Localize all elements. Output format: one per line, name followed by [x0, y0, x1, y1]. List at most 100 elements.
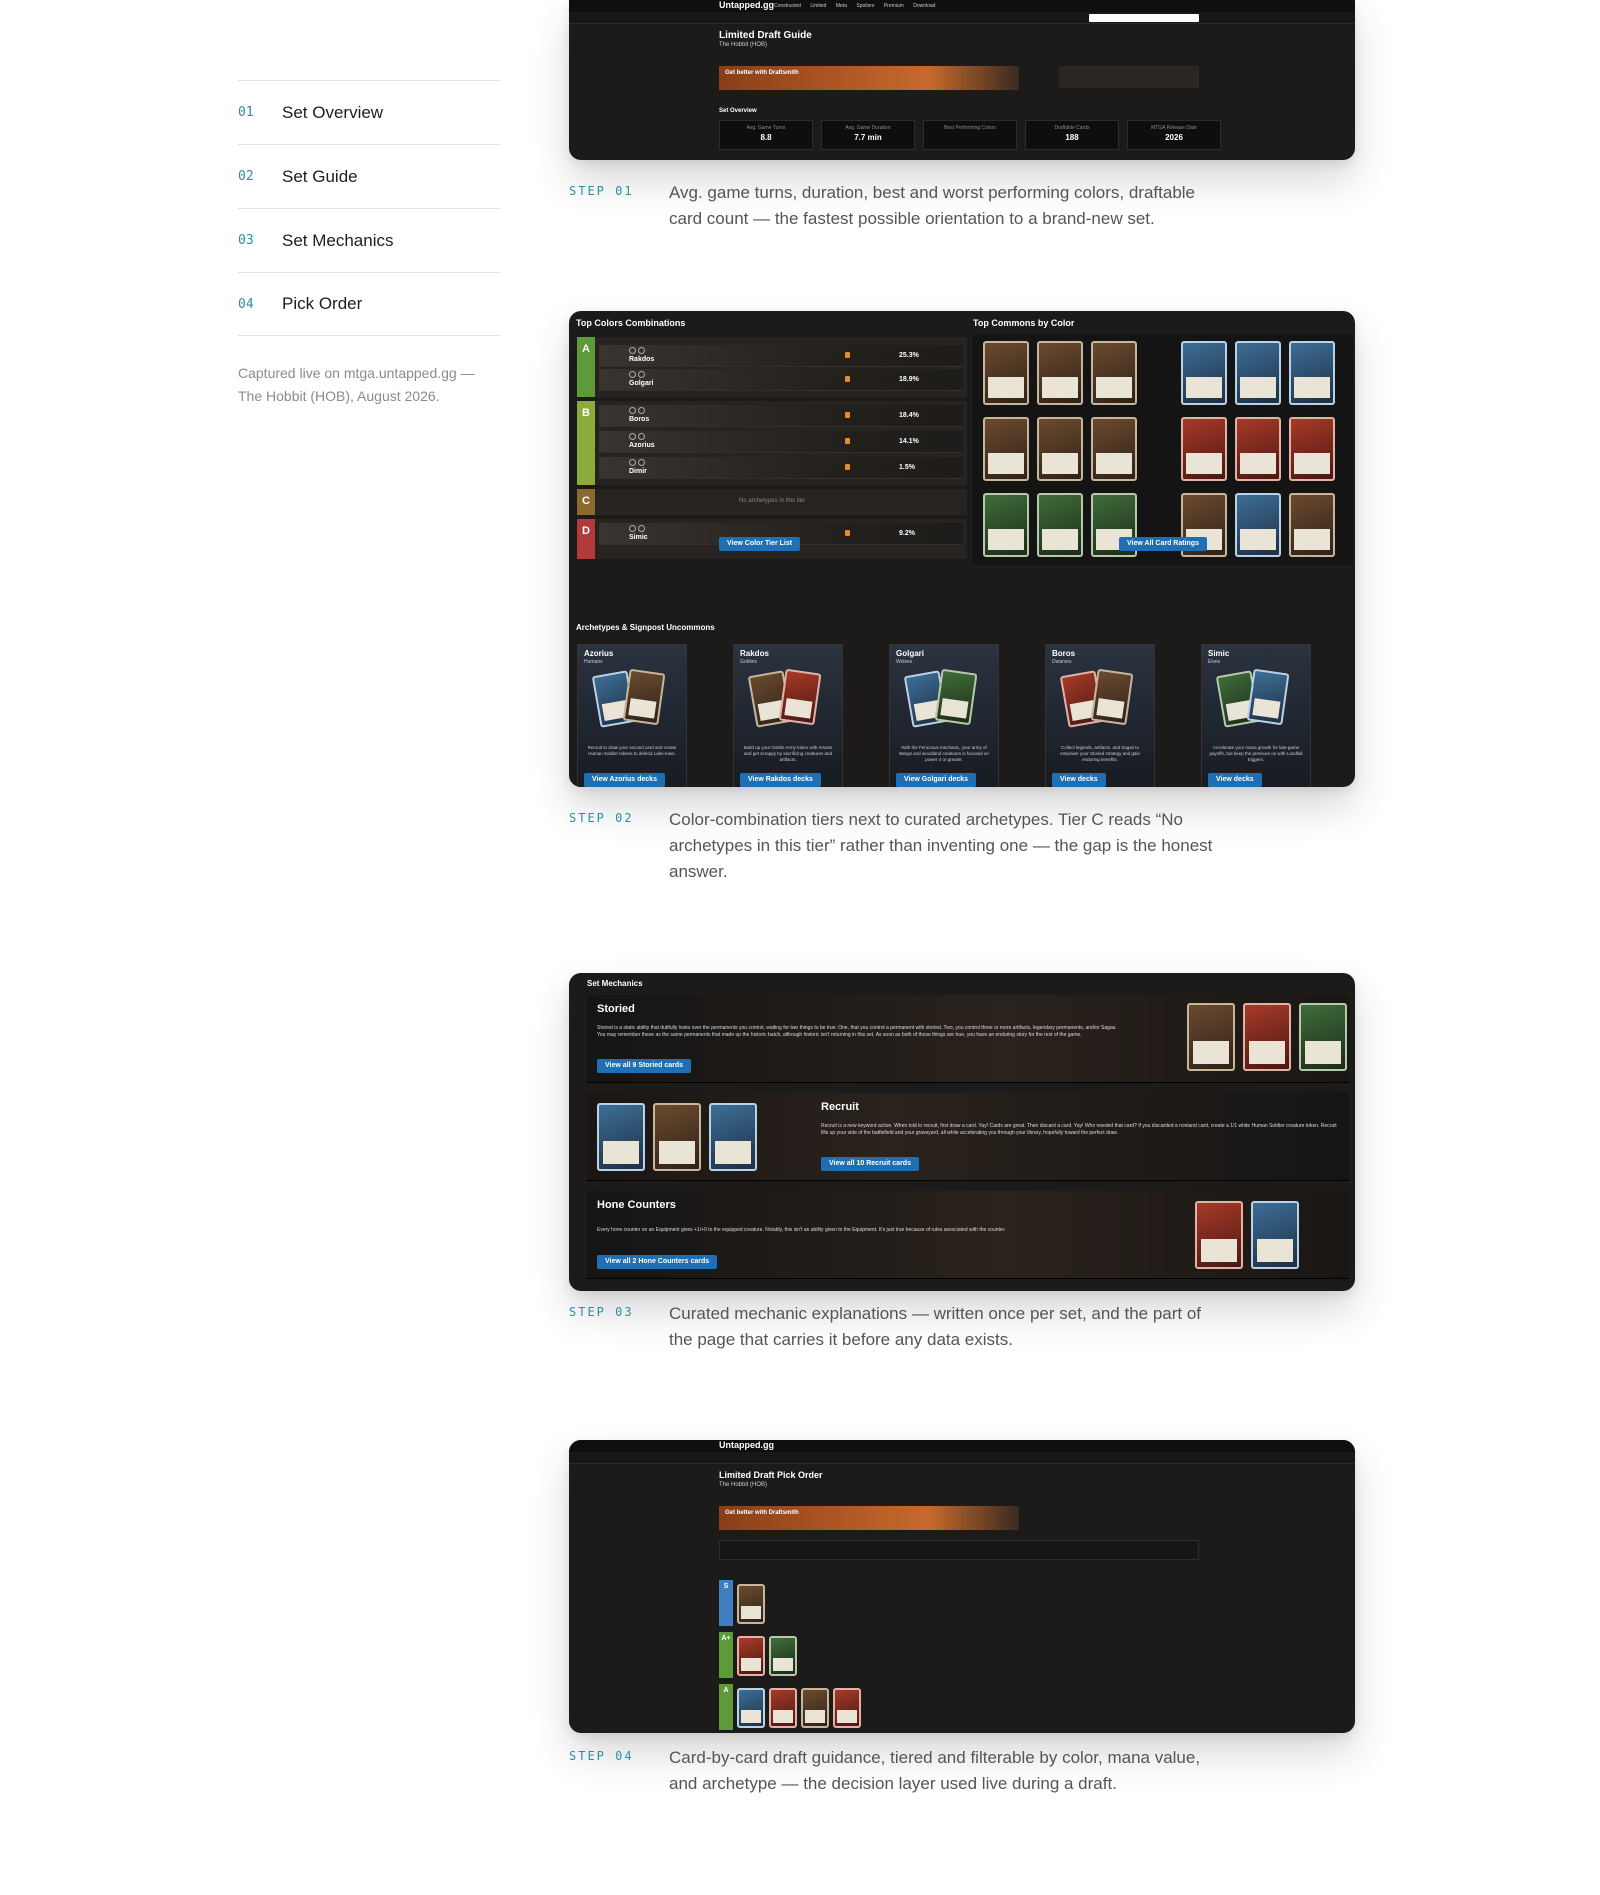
- card-thumbnail[interactable]: [983, 493, 1029, 557]
- step-label: STEP 04: [569, 1749, 634, 1763]
- view-decks-button[interactable]: View decks: [1208, 773, 1262, 787]
- archetype-tribe: Goblins: [740, 659, 757, 665]
- tier-b: B Boros 18.4% Azorius 14.1% Dimir 1.5%: [577, 401, 967, 485]
- view-hone-counters-cards-button[interactable]: View all 2 Hone Counters cards: [597, 1255, 718, 1269]
- card-thumbnail[interactable]: [1235, 417, 1281, 481]
- card-thumbnail[interactable]: [1037, 341, 1083, 405]
- nav-item-set-overview[interactable]: 01 Set Overview: [238, 80, 500, 144]
- card-thumbnail[interactable]: [709, 1103, 757, 1171]
- archetype-description: Build up your Goblin Army token with Ama…: [743, 745, 833, 762]
- archetype-tribe: Elves: [1208, 659, 1221, 665]
- view-all-card-ratings-button[interactable]: View All Card Ratings: [1119, 537, 1207, 551]
- tier-c: C No archetypes in this tier: [577, 489, 967, 515]
- view-decks-button[interactable]: View Rakdos decks: [740, 773, 821, 787]
- nav-item-set-mechanics[interactable]: 03 Set Mechanics: [238, 208, 500, 272]
- step-04: STEP 04 Card-by-card draft guidance, tie…: [569, 1745, 1269, 1797]
- lock-icon: [845, 376, 850, 382]
- card-thumbnail[interactable]: [1251, 1201, 1299, 1269]
- lock-icon: [845, 438, 850, 444]
- view-decks-button[interactable]: View Azorius decks: [584, 773, 665, 787]
- card-thumbnail[interactable]: [1181, 341, 1227, 405]
- card-thumbnail[interactable]: [1243, 1003, 1291, 1071]
- view-color-tier-list-button[interactable]: View Color Tier List: [719, 537, 801, 551]
- archetype-row[interactable]: Boros 18.4%: [599, 405, 963, 427]
- card-thumbnail[interactable]: [1091, 417, 1137, 481]
- set-name: The Hobbit (HOB): [719, 1482, 768, 1488]
- mechanic-storied: Storied Storied is a static ability that…: [587, 995, 1349, 1083]
- tier-a-plus-label: A+: [719, 1632, 733, 1678]
- card-thumbnail[interactable]: [1289, 341, 1335, 405]
- card-thumbnail[interactable]: [737, 1688, 765, 1728]
- card-thumbnail[interactable]: [833, 1688, 861, 1728]
- card-thumbnail[interactable]: [769, 1636, 797, 1676]
- nav-item-pick-order[interactable]: 04 Pick Order: [238, 272, 500, 336]
- card-thumbnail[interactable]: [983, 341, 1029, 405]
- view-recruit-cards-button[interactable]: View all 10 Recruit cards: [821, 1157, 919, 1171]
- view-decks-button[interactable]: View Golgari decks: [896, 773, 977, 787]
- card-thumbnail[interactable]: [1037, 493, 1083, 557]
- pick-order-filters[interactable]: [719, 1540, 1199, 1560]
- archetype-popularity: 25.3%: [899, 352, 919, 359]
- page-title: Limited Draft Guide: [719, 30, 812, 41]
- app-topbar: [569, 0, 1355, 12]
- archetype-name: Boros: [1052, 649, 1076, 658]
- archetypes-title: Archetypes & Signpost Uncommons: [576, 623, 715, 632]
- app-subbar: [569, 1452, 1355, 1464]
- lock-icon: [845, 412, 850, 418]
- step-01: STEP 01 Avg. game turns, duration, best …: [569, 180, 1269, 232]
- mechanic-description: Storied is a static ability that dutiful…: [597, 1025, 1117, 1038]
- set-name: The Hobbit (HOB): [719, 42, 768, 48]
- draftsmith-banner[interactable]: Get better with Draftsmith: [719, 1506, 1019, 1530]
- archetype-row[interactable]: Rakdos 25.3%: [599, 345, 963, 367]
- stat-draftable-cards: Draftable Cards 188: [1025, 120, 1119, 150]
- archetype-row[interactable]: Dimir 1.5%: [599, 457, 963, 479]
- step-label: STEP 02: [569, 811, 634, 825]
- app-subbar: [569, 12, 1355, 24]
- card-thumbnail[interactable]: [1235, 341, 1281, 405]
- mechanic-name: Hone Counters: [597, 1199, 676, 1211]
- step-02: STEP 02 Color-combination tiers next to …: [569, 807, 1269, 885]
- app-topbar: [569, 1440, 1355, 1452]
- card-thumbnail[interactable]: [1299, 1003, 1347, 1071]
- card-thumbnail[interactable]: [1195, 1201, 1243, 1269]
- card-thumbnail[interactable]: [1289, 417, 1335, 481]
- archetype-popularity: 9.2%: [899, 530, 915, 537]
- card-thumbnail[interactable]: [737, 1636, 765, 1676]
- card-thumbnail[interactable]: [597, 1103, 645, 1171]
- card-thumbnail[interactable]: [801, 1688, 829, 1728]
- search-input[interactable]: [1089, 14, 1199, 22]
- stat-release-date: MTGA Release Date 2026: [1127, 120, 1221, 150]
- view-storied-cards-button[interactable]: View all 9 Storied cards: [597, 1059, 692, 1073]
- step-description: Curated mechanic explanations — written …: [669, 1304, 1202, 1349]
- card-thumbnail[interactable]: [653, 1103, 701, 1171]
- archetype-card-boros[interactable]: Boros Dwarves Collect legends, artifacts…: [1045, 644, 1155, 787]
- tier-s-label: S: [719, 1580, 733, 1626]
- card-thumbnail[interactable]: [769, 1688, 797, 1728]
- view-decks-button[interactable]: View decks: [1052, 773, 1106, 787]
- card-thumbnail[interactable]: [1037, 417, 1083, 481]
- card-thumbnail[interactable]: [1181, 417, 1227, 481]
- archetype-card-rakdos[interactable]: Rakdos Goblins Build up your Goblin Army…: [733, 644, 843, 787]
- banner-title: Get better with Draftsmith: [725, 70, 799, 76]
- archetype-card-simic[interactable]: Simic Elves Accelerate your mana growth …: [1201, 644, 1311, 787]
- card-thumbnail[interactable]: [1187, 1003, 1235, 1071]
- card-thumbnail[interactable]: [983, 417, 1029, 481]
- archetype-row[interactable]: Azorius 14.1%: [599, 431, 963, 453]
- card-thumbnail[interactable]: [1235, 493, 1281, 557]
- archetype-name: Rakdos: [629, 356, 655, 363]
- archetype-name: Dimir: [629, 468, 647, 475]
- draftsmith-banner[interactable]: Get better with Draftsmith: [719, 66, 1019, 90]
- archetype-name: Azorius: [629, 442, 655, 449]
- card-thumbnail[interactable]: [737, 1584, 765, 1624]
- nav-item-number: 02: [238, 169, 254, 184]
- nav-item-set-guide[interactable]: 02 Set Guide: [238, 144, 500, 208]
- archetype-name: Boros: [629, 416, 650, 423]
- card-thumbnail[interactable]: [1289, 493, 1335, 557]
- capture-note: Captured live on mtga.untapped.gg — The …: [238, 365, 475, 404]
- archetype-name: Rakdos: [740, 649, 769, 658]
- archetype-card-azorius[interactable]: Azorius Humans Recruit to draw your seco…: [577, 644, 687, 787]
- step-description: Avg. game turns, duration, best and wors…: [669, 183, 1196, 228]
- archetype-card-golgari[interactable]: Golgari Wolves With the Ferocious mechan…: [889, 644, 999, 787]
- archetype-row[interactable]: Golgari 18.9%: [599, 369, 963, 391]
- card-thumbnail[interactable]: [1091, 341, 1137, 405]
